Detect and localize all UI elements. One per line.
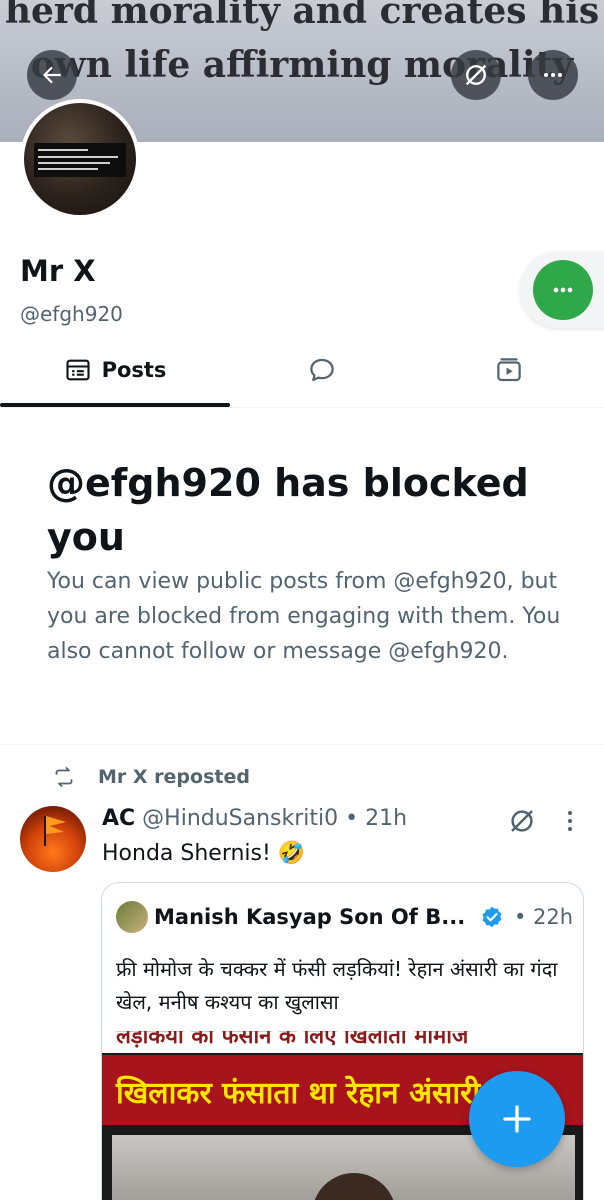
posts-icon — [66, 359, 90, 381]
blocked-title: @efgh920 has blocked you — [47, 461, 529, 559]
back-button[interactable] — [27, 50, 77, 100]
compose-button[interactable] — [469, 1071, 565, 1167]
quoted-post-text: फ्री मोमोज के चक्कर में फंसी लड़कियां! र… — [116, 957, 558, 1014]
post-author-avatar[interactable] — [20, 806, 86, 872]
post-grok-button[interactable] — [507, 806, 537, 840]
post-more-button[interactable] — [560, 806, 580, 840]
grok-button[interactable] — [451, 50, 501, 100]
green-more-button[interactable] — [533, 260, 593, 320]
tab-replies[interactable] — [230, 332, 414, 408]
grok-icon — [465, 64, 487, 86]
quoted-author-avatar — [116, 901, 148, 933]
more-horizontal-icon — [553, 287, 573, 293]
avatar-quote-card — [34, 143, 126, 177]
media-icon — [497, 358, 521, 382]
more-vertical-icon — [568, 811, 572, 831]
active-tab-indicator — [0, 403, 230, 407]
post-meta: @HinduSanskriti0 • 21h — [135, 806, 408, 831]
verified-badge-icon — [482, 906, 502, 928]
profile-tabs: Posts — [0, 332, 604, 408]
profile-handle: @efgh920 — [20, 302, 123, 326]
repost-label[interactable]: Mr X reposted — [98, 766, 250, 788]
plus-icon — [503, 1105, 531, 1133]
tab-posts-label: Posts — [101, 358, 167, 382]
blocked-message: You can view public posts from @efgh920,… — [47, 569, 561, 664]
saffron-flag-icon — [44, 816, 66, 846]
more-options-button[interactable] — [528, 50, 578, 100]
quoted-author-name: Manish Kasyap Son Of B... — [154, 905, 466, 929]
replies-icon — [310, 358, 334, 382]
arrow-left-icon — [42, 66, 61, 84]
repost-indicator: Mr X reposted — [52, 765, 250, 789]
repost-icon — [55, 767, 73, 787]
banner-text-line2: own life affirming morality — [30, 44, 574, 86]
profile-avatar[interactable] — [20, 99, 140, 219]
display-name: Mr X — [20, 254, 96, 288]
tab-posts[interactable]: Posts — [0, 332, 230, 408]
post-text: Honda Shernis! 🤣 — [102, 841, 306, 866]
post-header: AC @HinduSanskriti0 • 21h — [102, 806, 407, 831]
quoted-post-header: Manish Kasyap Son Of B... • 22h — [116, 901, 573, 933]
quoted-post-time: • 22h — [514, 905, 574, 929]
more-horizontal-icon — [544, 73, 562, 77]
grok-icon — [511, 810, 533, 832]
banner-text-line1: herd morality and creates his — [4, 0, 600, 32]
tab-media[interactable] — [414, 332, 604, 408]
media-top-caption: लड़कियों को फंसाने के लिए खिलाता मोमोज — [102, 1031, 583, 1053]
media-person — [312, 1173, 396, 1200]
floating-action-tab — [520, 252, 604, 328]
post-author-name[interactable]: AC — [102, 806, 135, 831]
section-divider — [0, 744, 604, 745]
